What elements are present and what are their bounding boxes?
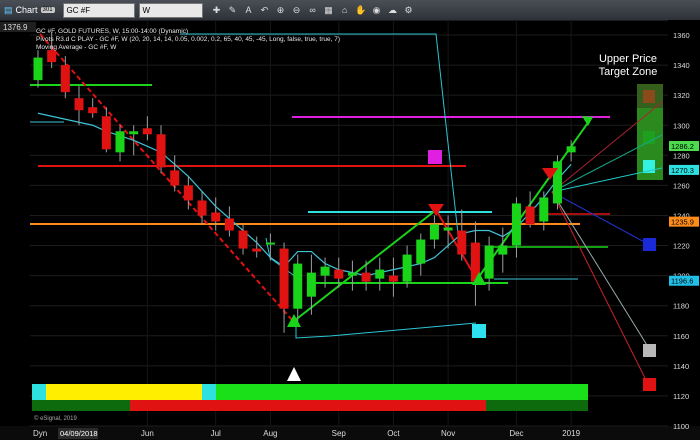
- top-price-label: 1376.9: [3, 23, 28, 32]
- uptrend-line-2: [477, 116, 593, 279]
- legend-line-2: Pivots R3.d C PLAY - GC #F, W (20, 20, 1…: [36, 36, 340, 43]
- arrowhead-up: [582, 116, 593, 126]
- bracket-top: [180, 33, 459, 235]
- time-axis-bg: [0, 426, 700, 440]
- fan-line-blue: [551, 191, 649, 245]
- candle-bull[interactable]: [416, 239, 426, 264]
- candle-bull[interactable]: [375, 269, 385, 279]
- price-tick-label: 1140: [673, 362, 689, 371]
- trend-indicator-bars: [32, 384, 588, 411]
- candle-bear[interactable]: [74, 98, 84, 111]
- indicator-top-cyan-2: [202, 384, 216, 400]
- time-tick-label: Aug: [263, 429, 277, 438]
- red-target-marker: [643, 378, 656, 391]
- candles[interactable]: [33, 32, 576, 333]
- price-tick-label: 1120: [673, 392, 689, 401]
- annotation-line-1: Upper Price: [599, 53, 657, 65]
- candle-bull[interactable]: [552, 161, 562, 204]
- price-tick-label: 1340: [673, 61, 690, 70]
- dyn-label[interactable]: Dyn: [33, 429, 47, 438]
- indicator-top-green: [216, 384, 588, 400]
- price-tick-label: 1220: [673, 242, 690, 251]
- candle-bull[interactable]: [33, 57, 43, 81]
- price-tick-label: 1160: [673, 332, 689, 341]
- price-tag-label: 1196.6: [671, 277, 693, 286]
- candle-bear[interactable]: [156, 134, 166, 168]
- time-tick-label: Dec: [509, 429, 523, 438]
- price-tick-label: 1300: [673, 121, 690, 130]
- price-tag-label: 1270.3: [671, 166, 694, 175]
- price-tick-label: 1360: [673, 31, 690, 40]
- time-tick-label: Jul: [211, 429, 221, 438]
- indicator-bottom-darkgreen-2: [486, 400, 588, 411]
- blue-target-marker: [643, 238, 656, 251]
- candle-bear[interactable]: [457, 230, 467, 255]
- candle-bull[interactable]: [498, 245, 508, 255]
- candle-bull[interactable]: [402, 254, 412, 282]
- candle-bull[interactable]: [129, 131, 139, 135]
- legend-line-3: Moving Average - GC #F, W: [36, 44, 117, 51]
- candle-bull[interactable]: [443, 227, 453, 231]
- time-tick-label: Sep: [332, 429, 347, 438]
- candle-bear[interactable]: [211, 212, 221, 222]
- candle-bull[interactable]: [511, 203, 521, 246]
- candle-bull[interactable]: [347, 272, 357, 276]
- candle-bear[interactable]: [224, 218, 234, 231]
- time-tick-label: Oct: [387, 429, 400, 438]
- time-tick-label: Nov: [441, 429, 455, 438]
- candle-bear[interactable]: [334, 269, 344, 279]
- annotation-line-2: Target Zone: [599, 66, 658, 78]
- candle-bear[interactable]: [238, 230, 248, 249]
- date-label: 04/09/2018: [60, 429, 98, 438]
- candle-bull[interactable]: [484, 245, 494, 279]
- grey-target-marker: [643, 344, 656, 357]
- time-tick-label: 2019: [562, 429, 580, 438]
- candle-bull[interactable]: [293, 263, 303, 309]
- footer-brand: © eSignal, 2019: [34, 415, 77, 422]
- candle-bull[interactable]: [320, 266, 330, 276]
- fan-line-red: [551, 191, 649, 385]
- downtrend-line: [39, 33, 293, 321]
- indicator-bottom-red: [130, 400, 486, 411]
- legend: GC #F, GOLD FUTURES, W, 15:00-14:00 (Dyn…: [36, 28, 340, 51]
- price-tick-label: 1100: [673, 422, 689, 431]
- indicator-top-cyan-1: [32, 384, 46, 400]
- candle-bear[interactable]: [101, 116, 111, 150]
- price-tag-label: 1286.2: [671, 142, 694, 151]
- candle-bear[interactable]: [47, 50, 57, 63]
- magenta-pivot-marker: [428, 150, 442, 164]
- candle-bull[interactable]: [539, 197, 549, 222]
- candle-bear[interactable]: [142, 128, 152, 135]
- price-tick-label: 1280: [673, 151, 690, 160]
- candle-bull[interactable]: [115, 131, 125, 153]
- chart-window: ▤ Chart 301 GC #F W ✚ ✎ A ↶ ⊕ ⊖ ∞ ▦ ⌂ ✋ …: [0, 0, 700, 440]
- price-tick-label: 1180: [673, 302, 689, 311]
- candle-bull[interactable]: [265, 242, 275, 245]
- legend-line-1: GC #F, GOLD FUTURES, W, 15:00-14:00 (Dyn…: [36, 28, 188, 35]
- candle-bear[interactable]: [388, 275, 398, 282]
- candle-bull[interactable]: [306, 272, 316, 297]
- candle-bear[interactable]: [60, 65, 70, 93]
- signal-triangle-white: [287, 367, 301, 381]
- candle-bear[interactable]: [252, 248, 262, 252]
- price-tag-label: 1235.9: [671, 218, 694, 227]
- candle-bull[interactable]: [566, 146, 576, 153]
- time-tick-label: Jun: [141, 429, 154, 438]
- indicator-top-yellow: [46, 384, 202, 400]
- candle-bear[interactable]: [197, 200, 207, 216]
- candle-bear[interactable]: [170, 170, 180, 186]
- candle-bull[interactable]: [429, 224, 439, 240]
- indicator-bottom-darkgreen-1: [32, 400, 130, 411]
- target-marker-brown: [643, 90, 655, 103]
- candle-bear[interactable]: [183, 185, 193, 201]
- price-tick-label: 1320: [673, 91, 690, 100]
- price-chart[interactable]: 1100112011401160118012001220124012601280…: [0, 0, 700, 440]
- cyan-pivot-marker: [472, 324, 486, 338]
- candle-bear[interactable]: [525, 206, 535, 225]
- candle-bear[interactable]: [88, 107, 98, 114]
- candle-bear[interactable]: [361, 272, 371, 282]
- price-tick-label: 1260: [673, 181, 690, 190]
- candle-bear[interactable]: [279, 248, 289, 309]
